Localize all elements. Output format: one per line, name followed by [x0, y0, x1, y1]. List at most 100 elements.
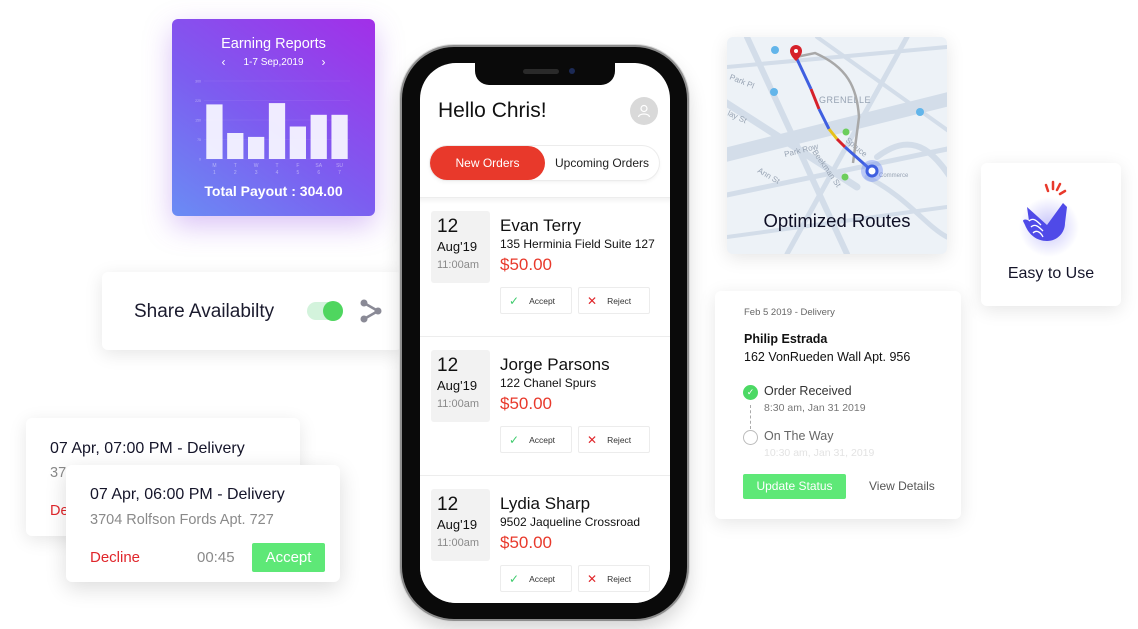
- check-icon: ✓: [509, 293, 520, 308]
- y-tick-label: 300: [195, 80, 201, 84]
- user-icon: [637, 104, 651, 118]
- accept-button[interactable]: Accept: [252, 543, 325, 572]
- availability-toggle[interactable]: [307, 301, 343, 321]
- order-time: 11:00am: [437, 537, 479, 549]
- x-tick-label: T: [275, 163, 278, 169]
- customer-address: 122 Chanel Spurs: [500, 376, 597, 390]
- tab-upcoming-orders[interactable]: Upcoming Orders: [545, 146, 659, 180]
- earning-report-title: Earning Reports: [221, 36, 326, 52]
- customer-name: Philip Estrada: [744, 332, 828, 346]
- greeting: Hello Chris!: [438, 99, 547, 122]
- route-segment: [809, 88, 821, 110]
- order-item: 12 Aug'19 11:00am Lydia Sharp 9502 Jaque…: [420, 475, 670, 603]
- close-icon: ✕: [587, 432, 598, 447]
- order-date: 12 Aug'19 11:00am: [431, 211, 490, 283]
- x-tick-sublabel: 2: [234, 170, 237, 176]
- avatar[interactable]: [630, 97, 658, 125]
- update-status-button[interactable]: Update Status: [743, 474, 846, 499]
- order-item: 12 Aug'19 11:00am Jorge Parsons 122 Chan…: [420, 336, 670, 475]
- x-tick-label: M: [212, 163, 216, 169]
- map-label: Commerce: [879, 173, 909, 179]
- order-month: Aug'19: [437, 239, 478, 254]
- y-tick-label: 150: [195, 119, 201, 123]
- customer-address: 162 VonRueden Wall Apt. 956: [744, 350, 911, 364]
- bar: [289, 126, 306, 159]
- step-label: On The Way: [764, 429, 834, 443]
- bar: [310, 114, 327, 159]
- x-tick-sublabel: 4: [276, 170, 279, 176]
- reject-button[interactable]: ✕ Reject: [578, 426, 650, 453]
- chevron-left-icon[interactable]: ‹: [221, 55, 225, 69]
- customer-name: Evan Terry: [500, 216, 581, 235]
- x-tick-label: F: [296, 163, 299, 169]
- accept-button[interactable]: ✓ Accept: [500, 565, 572, 592]
- check-icon: ✓: [509, 571, 520, 586]
- bar: [227, 133, 244, 159]
- toggle-knob: [323, 301, 343, 321]
- y-tick-label: 0: [199, 158, 201, 162]
- date-range-selector: ‹ 1-7 Sep,2019 ›: [172, 55, 375, 69]
- bar: [248, 136, 265, 159]
- decline-button[interactable]: Decline: [90, 549, 140, 566]
- accept-button[interactable]: ✓ Accept: [500, 287, 572, 314]
- accept-label: Accept: [529, 434, 556, 445]
- reject-label: Reject: [607, 434, 632, 445]
- accept-button[interactable]: ✓ Accept: [500, 426, 572, 453]
- snap-fingers-icon: [1019, 180, 1079, 257]
- phone-screen: Hello Chris! New Orders Upcoming Orders …: [420, 63, 670, 603]
- view-details-link[interactable]: View Details: [869, 479, 935, 493]
- optimized-routes-card: GRENELLE Park Row Park Pl Ann St Beekman…: [727, 37, 947, 254]
- total-payout: Total Payout : 304.00: [204, 183, 343, 199]
- customer-address: 9502 Jaqueline Crossroad: [500, 515, 641, 529]
- map-label: Ann St: [756, 166, 782, 186]
- y-tick-label: 225: [195, 99, 201, 103]
- reject-label: Reject: [607, 295, 632, 306]
- accept-label: Accept: [529, 573, 556, 584]
- request-title: 07 Apr, 06:00 PM - Delivery: [90, 486, 285, 503]
- order-date: 12 Aug'19 11:00am: [431, 350, 490, 422]
- phone-notch: [475, 63, 615, 85]
- order-month: Aug'19: [437, 517, 478, 532]
- date-range-label: 1-7 Sep,2019: [243, 56, 304, 68]
- orders-tab-bar: New Orders Upcoming Orders: [430, 146, 659, 180]
- close-icon: ✕: [587, 293, 598, 308]
- countdown-timer: 00:45: [197, 549, 235, 566]
- bar: [206, 104, 223, 159]
- customer-name: Jorge Parsons: [500, 355, 610, 374]
- tab-new-orders[interactable]: New Orders: [430, 146, 545, 180]
- step-time: 10:30 am, Jan 31, 2019: [764, 447, 875, 459]
- delivery-status-card: Feb 5 2019 - Delivery Philip Estrada 162…: [715, 291, 961, 519]
- speaker: [523, 69, 559, 74]
- chevron-right-icon[interactable]: ›: [322, 55, 326, 69]
- x-tick-sublabel: 6: [317, 170, 320, 176]
- order-day: 12: [437, 494, 459, 515]
- x-tick-sublabel: 3: [255, 170, 258, 176]
- accept-label: Accept: [529, 295, 556, 306]
- current-location-icon: [865, 164, 879, 178]
- request-address: 37: [50, 465, 67, 481]
- step-label: Order Received: [764, 384, 852, 398]
- map-label: Park Pl: [728, 73, 755, 91]
- share-icon[interactable]: [358, 298, 384, 324]
- customer-address: 135 Herminia Field Suite 127: [500, 237, 655, 251]
- x-tick-label: T: [234, 163, 237, 169]
- order-price: $50.00: [500, 533, 552, 552]
- order-price: $50.00: [500, 394, 552, 413]
- earnings-bar-chart: 075150225300M1T2W3T4F5SA6SU7: [195, 80, 350, 176]
- phone-mockup: Hello Chris! New Orders Upcoming Orders …: [402, 47, 687, 619]
- request-address: 3704 Rolfson Fords Apt. 727: [90, 512, 274, 528]
- close-icon: ✕: [587, 571, 598, 586]
- x-tick-label: W: [254, 163, 259, 169]
- x-tick-sublabel: 1: [213, 170, 216, 176]
- step-connector: [750, 405, 751, 429]
- order-price: $50.00: [500, 255, 552, 274]
- reject-button[interactable]: ✕ Reject: [578, 287, 650, 314]
- route-segment: [835, 137, 847, 149]
- y-tick-label: 75: [197, 138, 201, 142]
- order-day: 12: [437, 355, 459, 376]
- x-tick-label: SU: [336, 163, 343, 169]
- optimized-routes-title: Optimized Routes: [763, 210, 911, 231]
- reject-button[interactable]: ✕ Reject: [578, 565, 650, 592]
- customer-name: Lydia Sharp: [500, 494, 591, 513]
- empty-circle-icon: [743, 430, 758, 445]
